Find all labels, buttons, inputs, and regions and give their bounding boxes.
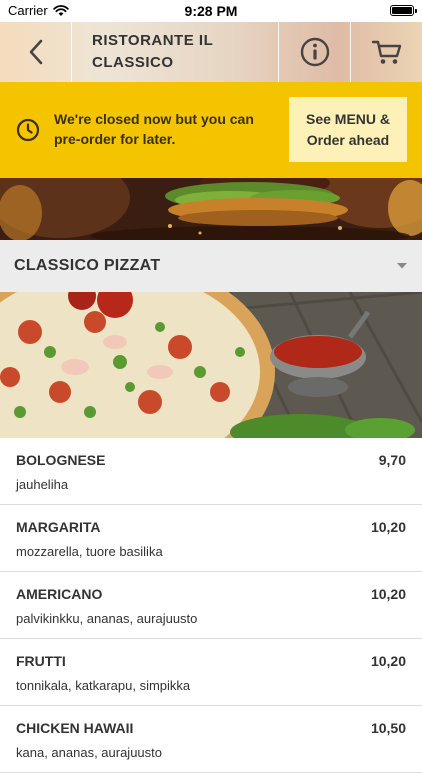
item-name: FRUTTI xyxy=(16,653,66,669)
back-button[interactable] xyxy=(0,22,72,82)
status-bar: Carrier 9:28 PM xyxy=(0,0,422,22)
category-header[interactable]: CLASSICO PIZZAT xyxy=(0,240,422,292)
menu-item[interactable]: BOLOGNESE 9,70 jauheliha xyxy=(0,438,422,505)
menu-item[interactable]: AMERICANO 10,20 palvikinkku, ananas, aur… xyxy=(0,572,422,639)
item-name: MARGARITA xyxy=(16,519,101,535)
chevron-left-icon xyxy=(29,39,42,65)
info-icon xyxy=(300,37,329,67)
clock-icon xyxy=(16,118,40,142)
item-description: mozzarella, tuore basilika xyxy=(16,544,163,559)
item-price: 10,20 xyxy=(370,653,406,669)
see-menu-order-ahead-button[interactable]: See MENU & Order ahead xyxy=(289,97,407,162)
item-name: CHICKEN HAWAII xyxy=(16,720,134,736)
item-description: tonnikala, katkarapu, simpikka xyxy=(16,678,191,693)
item-price: 10,20 xyxy=(370,519,406,535)
menu-item[interactable]: FRUTTI 10,20 tonnikala, katkarapu, simpi… xyxy=(0,639,422,706)
item-price: 10,20 xyxy=(370,586,406,602)
item-description: kana, ananas, aurajuusto xyxy=(16,745,162,760)
battery-icon xyxy=(390,5,417,16)
category-image xyxy=(0,292,422,438)
cart-icon xyxy=(371,40,401,64)
item-name: AMERICANO xyxy=(16,586,103,602)
item-description: jauheliha xyxy=(16,477,69,492)
item-price: 9,70 xyxy=(378,452,406,468)
cart-button[interactable] xyxy=(350,22,422,82)
closed-message: We're closed now but you can pre-order f… xyxy=(54,111,254,147)
menu-list: BOLOGNESE 9,70 jauheliha MARGARITA 10,20… xyxy=(0,438,422,773)
info-button[interactable] xyxy=(278,22,350,82)
nav-bar: RISTORANTE IL CLASSICO xyxy=(0,22,422,82)
category-title: CLASSICO PIZZAT xyxy=(14,257,161,274)
closed-banner: We're closed now but you can pre-order f… xyxy=(0,82,422,178)
restaurant-title: RISTORANTE IL CLASSICO xyxy=(92,32,213,71)
status-right xyxy=(390,5,417,16)
item-description: palvikinkku, ananas, aurajuusto xyxy=(16,611,198,626)
hero-image xyxy=(0,178,422,240)
item-name: BOLOGNESE xyxy=(16,452,106,468)
menu-item[interactable]: MARGARITA 10,20 mozzarella, tuore basili… xyxy=(0,505,422,572)
status-time: 9:28 PM xyxy=(184,3,238,19)
caret-down-icon xyxy=(397,263,407,269)
item-price: 10,50 xyxy=(370,720,406,736)
menu-item[interactable]: CHICKEN HAWAII 10,50 kana, ananas, auraj… xyxy=(0,706,422,773)
